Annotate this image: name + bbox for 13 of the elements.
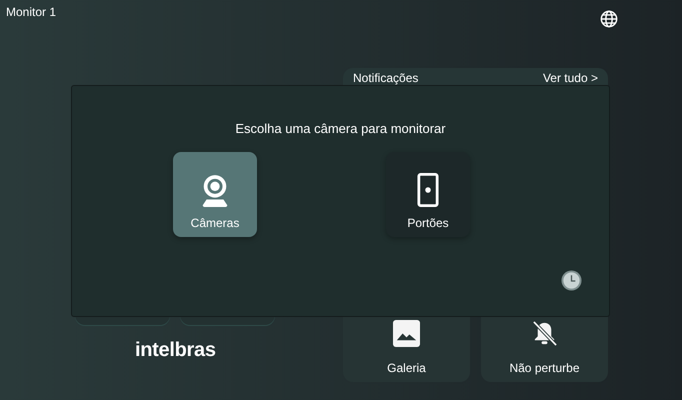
brand-logo: intelbras — [135, 339, 217, 362]
webcam-icon — [200, 174, 230, 208]
dialog-title: Escolha uma câmera para monitorar — [235, 121, 446, 136]
cameras-button[interactable]: Câmeras — [173, 152, 257, 237]
image-icon — [393, 320, 420, 347]
gates-button[interactable]: Portões — [386, 152, 470, 237]
view-all-link[interactable]: Ver tudo > — [542, 71, 598, 85]
notifications-title: Notificações — [353, 71, 418, 85]
clock-icon[interactable] — [561, 270, 582, 291]
globe-icon[interactable] — [600, 10, 618, 28]
muted-bell-icon — [531, 320, 558, 347]
door-icon — [417, 172, 439, 208]
monitor-title: Monitor 1 — [6, 5, 56, 19]
